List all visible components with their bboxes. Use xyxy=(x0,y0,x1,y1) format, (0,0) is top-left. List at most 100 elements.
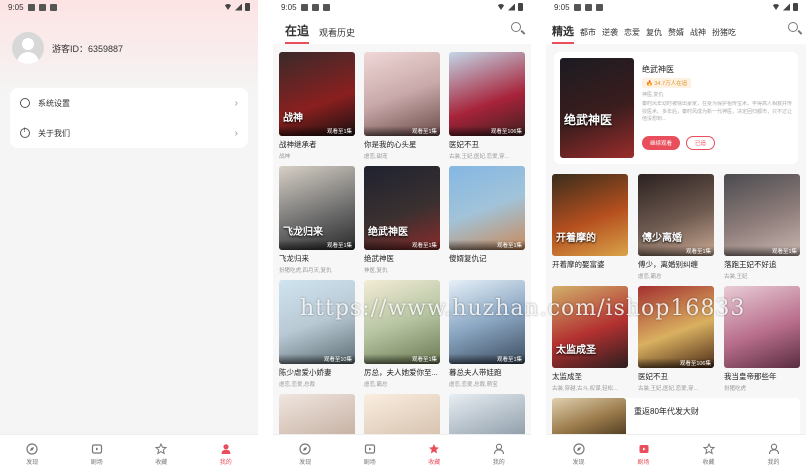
tab-war-god[interactable]: 战神 xyxy=(690,27,706,44)
drama-card[interactable]: 观看至106集 医妃不丑 古装,王妃,医妃,恋爱,穿... xyxy=(449,52,525,160)
heat-badge: 🔥 34.7万人在追 xyxy=(642,78,692,88)
drama-card[interactable]: 飞龙归来 观看至1集 飞龙归来 扮猪吃虎,四月天,复仇 xyxy=(279,166,355,274)
continue-watching-button[interactable]: 继续观看 xyxy=(642,136,681,150)
signal-icon xyxy=(508,3,515,11)
card-title: 落跑王妃不好追 xyxy=(724,260,777,269)
drama-card[interactable]: 绝武神医 观看至1集 绝武神医 神医,复仇 xyxy=(364,166,440,274)
theater-icon xyxy=(91,443,103,455)
card-tags: 神医,复仇 xyxy=(364,268,388,274)
poster-image: 观看至1集 xyxy=(364,280,440,364)
featured-card[interactable]: 绝武神医 绝武神医 🔥 34.7万人在追 神医,复仇 秦时风年幼时被徐出豪家，在… xyxy=(554,52,798,164)
status-time: 9:05 xyxy=(281,2,297,12)
drama-card[interactable]: 观看至1集 你是我的心头星 虐恋,甜宠 xyxy=(364,52,440,160)
tab-featured[interactable]: 精选 xyxy=(552,23,574,44)
card-title: 重返80年代发大财 xyxy=(634,407,699,416)
poster-image: 观看至1集 xyxy=(449,280,525,364)
drama-card[interactable]: 观看至1集 厉总，夫人她爱你至... 虐恋,霸总 xyxy=(364,280,440,388)
chevron-right-icon: › xyxy=(234,127,238,139)
nav-theater[interactable]: 剧场 xyxy=(611,435,676,474)
drama-card[interactable]: 太监成圣 太监成圣 古装,穿越,古斗,权谋,轻松... xyxy=(552,286,628,392)
drama-card[interactable]: 观看至106集 医妃不丑 古装,王妃,医妃,恋爱,穿... xyxy=(638,286,714,392)
search-icon[interactable] xyxy=(788,22,798,32)
signal-icon xyxy=(235,3,242,11)
compass-icon xyxy=(26,443,38,455)
card-title: 暮总夫人带娃跑 xyxy=(449,368,502,377)
drama-card-wide[interactable]: 重返80年代发大财 xyxy=(552,398,800,438)
progress-badge: 观看至1集 xyxy=(279,126,355,136)
drama-card[interactable]: 观看至1集 傻婿复仇记 xyxy=(449,166,525,274)
progress-badge: 观看至1集 xyxy=(638,246,714,256)
status-bar: 9:05 xyxy=(546,0,806,14)
drama-card[interactable]: 观看至1集 落跑王妃不好追 古装,王妃 xyxy=(724,174,800,280)
nav-mine[interactable]: 我的 xyxy=(741,435,806,474)
drama-card[interactable]: 观看至10集 陈少虐爱小娇妻 虐恋,恋爱,总裁 xyxy=(279,280,355,388)
card-tags: 虐恋,恋爱,总裁,萌宝 xyxy=(449,382,498,388)
profile-block[interactable]: 游客ID：6359887 xyxy=(0,14,258,82)
featured-tags: 神医,复仇 xyxy=(642,92,664,98)
star-icon xyxy=(155,442,168,455)
tab-revenge[interactable]: 复仇 xyxy=(646,27,662,44)
featured-title: 绝武神医 xyxy=(642,65,674,74)
nav-label: 发现 xyxy=(299,460,312,466)
poster-title: 傅少离婚 xyxy=(642,233,682,244)
status-time: 9:05 xyxy=(554,2,570,12)
avatar[interactable] xyxy=(12,32,44,64)
card-title: 你是我的心头星 xyxy=(364,140,417,149)
tab-history[interactable]: 观看历史 xyxy=(319,26,355,44)
drama-card[interactable]: 傅少离婚 观看至1集 傅少，离婚别纠缠 虐恋,霸总 xyxy=(638,174,714,280)
poster-image: 绝武神医 观看至1集 xyxy=(364,166,440,250)
category-tabs: 精选 都市 逆袭 恋爱 复仇 赘婿 战神 扮猪吃 xyxy=(546,14,806,44)
poster-image: 傅少离婚观看至1集 xyxy=(638,174,714,256)
nav-favorites[interactable]: 收藏 xyxy=(676,435,741,474)
tab-comeback[interactable]: 逆袭 xyxy=(602,27,618,44)
settings-item-about[interactable]: 关于我们 › xyxy=(20,118,238,148)
nav-label: 我的 xyxy=(492,460,505,466)
profile-screen: 9:05 游客ID：6359887 系统设置 › 关于我们 › xyxy=(0,0,258,474)
following-grid: 战神 观看至1集 战神继承者 战神 观看至1集 你是我的心头星 虐恋,甜宠 观看至… xyxy=(273,44,531,474)
nav-favorites[interactable]: 收藏 xyxy=(402,435,467,474)
card-title: 绝武神医 xyxy=(364,254,394,263)
following-tabs: 在追 观看历史 xyxy=(273,14,531,44)
tab-urban[interactable]: 都市 xyxy=(580,27,596,44)
nav-discover[interactable]: 发现 xyxy=(273,435,338,474)
search-icon[interactable] xyxy=(511,22,521,32)
card-tags: 扮猪吃虎 xyxy=(724,386,747,392)
card-tags: 古装,穿越,古斗,权谋,轻松... xyxy=(552,386,618,392)
drama-card[interactable]: 战神 观看至1集 战神继承者 战神 xyxy=(279,52,355,160)
nav-favorites[interactable]: 收藏 xyxy=(129,435,194,474)
drama-card[interactable]: 观看至1集 暮总夫人带娃跑 虐恋,恋爱,总裁,萌宝 xyxy=(449,280,525,388)
wifi-icon xyxy=(224,4,232,10)
drama-card[interactable]: 开着摩的 开着摩的娶富婆 xyxy=(552,174,628,280)
tab-underdog[interactable]: 扮猪吃 xyxy=(712,27,736,44)
status-time: 9:05 xyxy=(8,2,24,12)
nav-theater[interactable]: 剧场 xyxy=(65,435,130,474)
nav-mine[interactable]: 我的 xyxy=(194,435,259,474)
tab-son-in-law[interactable]: 赘婿 xyxy=(668,27,684,44)
nav-discover[interactable]: 发现 xyxy=(0,435,65,474)
progress-badge: 观看至106集 xyxy=(638,358,714,368)
gear-icon xyxy=(20,98,30,108)
drama-card[interactable]: 我当皇帝那些年 扮猪吃虎 xyxy=(724,286,800,392)
nav-label: 我的 xyxy=(767,460,780,466)
notification-icon xyxy=(322,3,330,11)
wifi-icon xyxy=(772,4,780,10)
nav-mine[interactable]: 我的 xyxy=(467,435,532,474)
notification-icon xyxy=(584,3,592,11)
nav-label: 剧场 xyxy=(90,460,103,466)
nav-discover[interactable]: 发现 xyxy=(546,435,611,474)
battery-icon xyxy=(793,3,798,11)
tab-romance[interactable]: 恋爱 xyxy=(624,27,640,44)
poster-title: 开着摩的 xyxy=(556,233,596,244)
settings-item-system[interactable]: 系统设置 › xyxy=(20,88,238,118)
notification-icon xyxy=(311,3,319,11)
poster-title: 绝武神医 xyxy=(368,227,408,238)
nav-theater[interactable]: 剧场 xyxy=(338,435,403,474)
guest-id: 游客ID：6359887 xyxy=(52,43,124,54)
notification-icon xyxy=(595,3,603,11)
compass-icon xyxy=(572,443,585,455)
compass-icon xyxy=(299,443,311,455)
nav-label: 收藏 xyxy=(702,460,715,466)
followed-button[interactable]: 已追 xyxy=(686,136,716,150)
settings-item-label: 关于我们 xyxy=(38,128,70,138)
tab-following[interactable]: 在追 xyxy=(285,22,310,44)
